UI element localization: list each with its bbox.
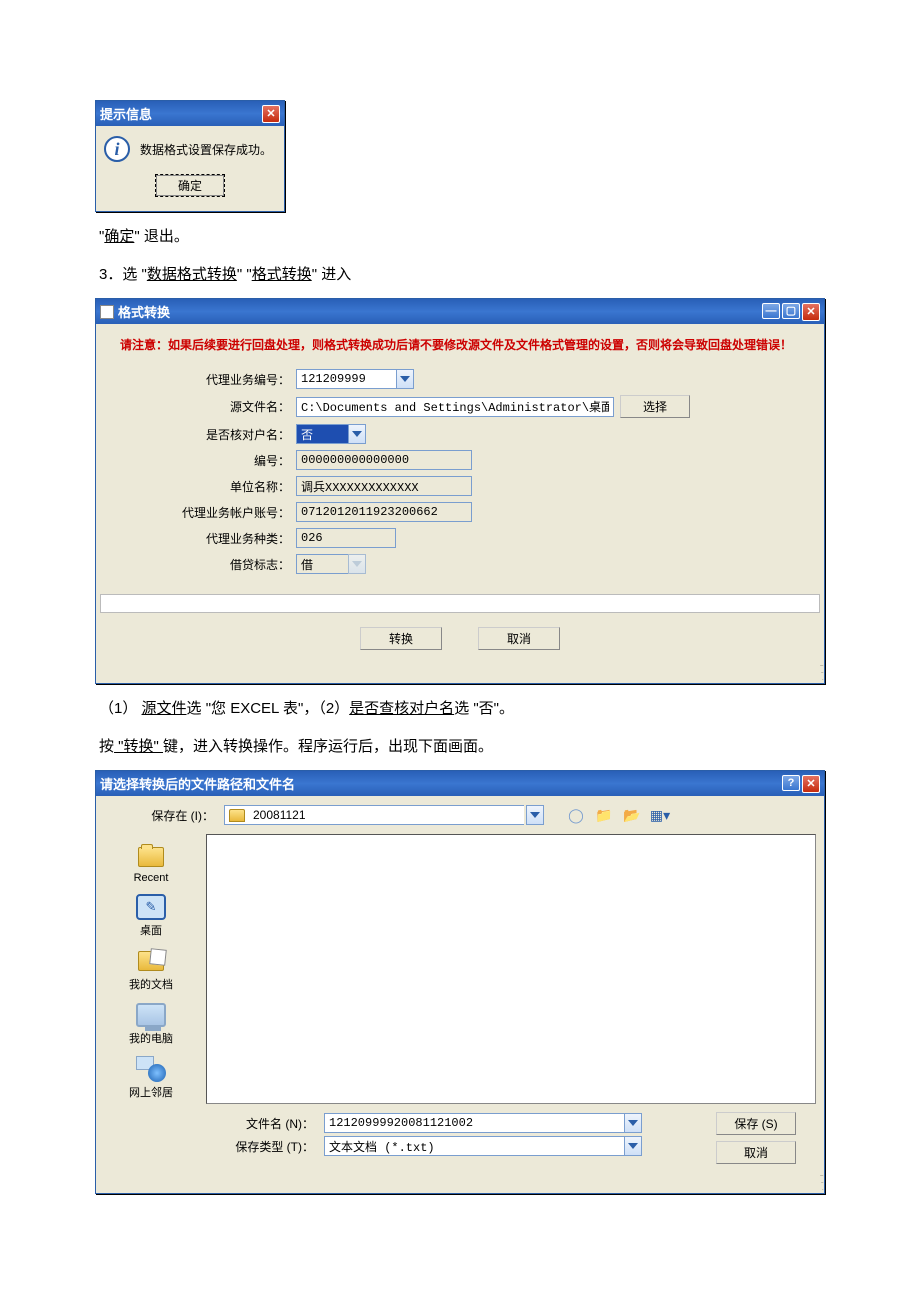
save-button[interactable]: 保存 (S)	[716, 1112, 796, 1135]
format-notice: 请注意：如果后续要进行回盘处理，则格式转换成功后请不要修改源文件及文件格式管理的…	[96, 324, 824, 357]
save-dialog: 请选择转换后的文件路径和文件名 ? ✕ 保存在 (I)： 20081121 ◯ …	[95, 770, 825, 1194]
flag-combo: 借	[296, 554, 366, 574]
filename-field[interactable]	[324, 1113, 624, 1133]
biz-no-combo[interactable]	[296, 369, 414, 389]
app-icon: ▦	[100, 305, 114, 319]
place-mydocs[interactable]: 我的文档	[96, 942, 206, 996]
progress-bar	[100, 594, 820, 613]
code-label: 编号：	[116, 452, 296, 469]
folder-icon	[138, 847, 164, 867]
ok-button[interactable]: 确定	[155, 174, 225, 197]
info-dialog-title: 提示信息	[100, 104, 152, 123]
kind-label: 代理业务种类：	[116, 530, 296, 547]
close-icon[interactable]: ✕	[802, 303, 820, 321]
filetype-label: 保存类型 (T)：	[214, 1138, 314, 1155]
chevron-down-icon	[348, 554, 366, 574]
folder-icon	[229, 809, 245, 822]
prose-confirm-exit: "确定" 退出。	[95, 222, 825, 252]
new-folder-icon[interactable]: 📂	[622, 805, 642, 825]
help-icon[interactable]: ?	[782, 775, 800, 791]
cancel-button[interactable]: 取消	[478, 627, 560, 650]
unit-label: 单位名称：	[116, 478, 296, 495]
save-in-value: 20081121	[253, 808, 306, 822]
convert-button[interactable]: 转换	[360, 627, 442, 650]
format-titlebar: ▦ 格式转换 — ▢ ✕	[96, 299, 824, 324]
format-form: 代理业务编号： 源文件名： 选择 是否核对户名： 否 编号： 单位名称：	[96, 357, 824, 590]
acct-field	[296, 502, 472, 522]
close-icon[interactable]: ✕	[262, 105, 280, 123]
verify-label: 是否核对户名：	[116, 426, 296, 443]
view-menu-icon[interactable]: ▦▾	[650, 805, 670, 825]
chevron-down-icon[interactable]	[624, 1113, 642, 1133]
save-in-combo[interactable]: 20081121	[224, 805, 544, 825]
src-label: 源文件名：	[116, 398, 296, 415]
resize-grip-icon[interactable]: . . .. ..	[96, 1170, 824, 1193]
place-mycomputer[interactable]: 我的电脑	[96, 996, 206, 1050]
progress-bar-container	[96, 590, 824, 617]
format-window-title: 格式转换	[118, 302, 170, 321]
place-network[interactable]: 网上邻居	[96, 1050, 206, 1104]
unit-field	[296, 476, 472, 496]
filename-combo[interactable]	[324, 1113, 642, 1133]
resize-grip-icon[interactable]: . . .. ..	[96, 660, 824, 683]
info-message: 数据格式设置保存成功。	[140, 141, 272, 158]
info-dialog-titlebar: 提示信息 ✕	[96, 101, 284, 126]
chevron-down-icon[interactable]	[396, 369, 414, 389]
filetype-field[interactable]: 文本文档 (*.txt)	[324, 1136, 624, 1156]
close-icon[interactable]: ✕	[802, 775, 820, 793]
network-icon	[136, 1056, 166, 1082]
prose-step-notes: （1） 源文件选 "您 EXCEL 表"，（2）是否查核对户名选 "否"。	[95, 694, 825, 724]
info-icon: i	[104, 136, 130, 162]
save-titlebar: 请选择转换后的文件路径和文件名 ? ✕	[96, 771, 824, 796]
verify-field[interactable]: 否	[296, 424, 348, 444]
prose-press-convert: 按 "转换" 键，进入转换操作。程序运行后，出现下面画面。	[95, 732, 825, 762]
maximize-icon[interactable]: ▢	[782, 303, 800, 319]
verify-combo[interactable]: 否	[296, 424, 366, 444]
filename-label: 文件名 (N)：	[214, 1115, 314, 1132]
place-desktop[interactable]: ✎ 桌面	[96, 888, 206, 942]
minimize-icon[interactable]: —	[762, 303, 780, 319]
filetype-combo[interactable]: 文本文档 (*.txt)	[324, 1136, 642, 1156]
kind-field	[296, 528, 396, 548]
computer-icon	[136, 1003, 166, 1027]
biz-no-label: 代理业务编号：	[116, 371, 296, 388]
src-field[interactable]	[296, 397, 614, 417]
flag-field: 借	[296, 554, 348, 574]
chevron-down-icon[interactable]	[526, 805, 544, 825]
documents-icon	[138, 951, 164, 971]
flag-label: 借贷标志：	[116, 556, 296, 573]
cancel-button[interactable]: 取消	[716, 1141, 796, 1164]
format-convert-window: ▦ 格式转换 — ▢ ✕ 请注意：如果后续要进行回盘处理，则格式转换成功后请不要…	[95, 298, 825, 684]
back-icon[interactable]: ◯	[566, 805, 586, 825]
save-in-label: 保存在 (I)：	[104, 807, 214, 824]
info-dialog: 提示信息 ✕ i 数据格式设置保存成功。 确定	[95, 100, 285, 212]
chevron-down-icon[interactable]	[348, 424, 366, 444]
file-listing[interactable]	[206, 834, 816, 1104]
up-one-level-icon[interactable]: 📁	[594, 805, 614, 825]
desktop-icon: ✎	[136, 894, 166, 920]
acct-label: 代理业务帐户账号：	[116, 504, 296, 521]
place-recent[interactable]: Recent	[96, 838, 206, 888]
save-dialog-title: 请选择转换后的文件路径和文件名	[100, 774, 295, 793]
step-3-text: 3．选 "数据格式转换" "格式转换" 进入	[95, 260, 825, 290]
code-field	[296, 450, 472, 470]
biz-no-field[interactable]	[296, 369, 396, 389]
chevron-down-icon[interactable]	[624, 1136, 642, 1156]
info-body: i 数据格式设置保存成功。 确定	[96, 126, 284, 211]
places-bar: Recent ✎ 桌面 我的文档 我的电脑 网上邻居	[96, 834, 206, 1108]
choose-button[interactable]: 选择	[620, 395, 690, 418]
